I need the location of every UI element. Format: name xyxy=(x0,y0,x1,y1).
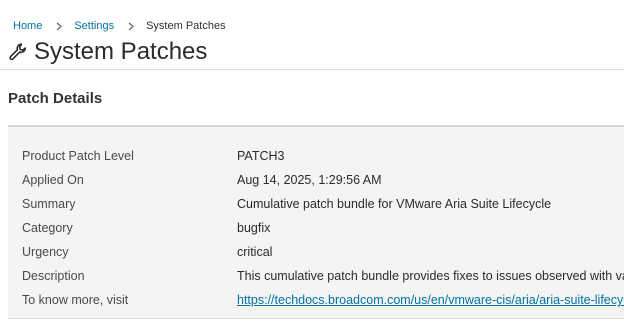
detail-value: PATCH3 xyxy=(237,149,285,163)
detail-label: Category xyxy=(22,221,73,235)
detail-label: Product Patch Level xyxy=(22,149,134,163)
detail-value: Aug 14, 2025, 1:29:56 AM xyxy=(237,173,382,187)
techdocs-link[interactable]: https://techdocs.broadcom.com/us/en/vmwa… xyxy=(237,293,624,307)
breadcrumb-settings-link[interactable]: Settings xyxy=(74,19,114,33)
detail-label: To know more, visit xyxy=(22,293,129,307)
section-title: Patch Details xyxy=(8,90,103,107)
chevron-right-icon xyxy=(56,22,63,31)
detail-row-patch-level: Product Patch Level PATCH3 xyxy=(22,144,624,168)
detail-value: critical xyxy=(237,245,273,259)
detail-value: bugfix xyxy=(237,221,271,235)
detail-label: Summary xyxy=(22,197,76,211)
detail-row-description: Description This cumulative patch bundle… xyxy=(22,264,624,288)
detail-label: Applied On xyxy=(22,173,84,187)
detail-row-category: Category bugfix xyxy=(22,216,624,240)
breadcrumb-home-link[interactable]: Home xyxy=(13,19,42,33)
header-divider xyxy=(0,69,624,70)
detail-row-urgency: Urgency critical xyxy=(22,240,624,264)
detail-row-more-info: To know more, visit https://techdocs.bro… xyxy=(22,288,624,312)
detail-label: Description xyxy=(22,269,85,283)
detail-label: Urgency xyxy=(22,245,69,259)
detail-value: Cumulative patch bundle for VMware Aria … xyxy=(237,197,552,211)
breadcrumb-current: System Patches xyxy=(146,20,226,32)
wrench-icon xyxy=(8,42,28,62)
chevron-right-icon xyxy=(128,22,135,31)
page-header: System Patches xyxy=(8,38,207,66)
detail-value: This cumulative patch bundle provides fi… xyxy=(237,269,624,283)
breadcrumb: Home Settings System Patches xyxy=(13,19,226,33)
page-title: System Patches xyxy=(34,38,208,65)
system-patches-page: Home Settings System Patches System Patc… xyxy=(0,0,624,326)
detail-row-summary: Summary Cumulative patch bundle for VMwa… xyxy=(22,192,624,216)
detail-row-applied-on: Applied On Aug 14, 2025, 1:29:56 AM xyxy=(22,168,624,192)
patch-details-list: Product Patch Level PATCH3 Applied On Au… xyxy=(22,144,624,312)
